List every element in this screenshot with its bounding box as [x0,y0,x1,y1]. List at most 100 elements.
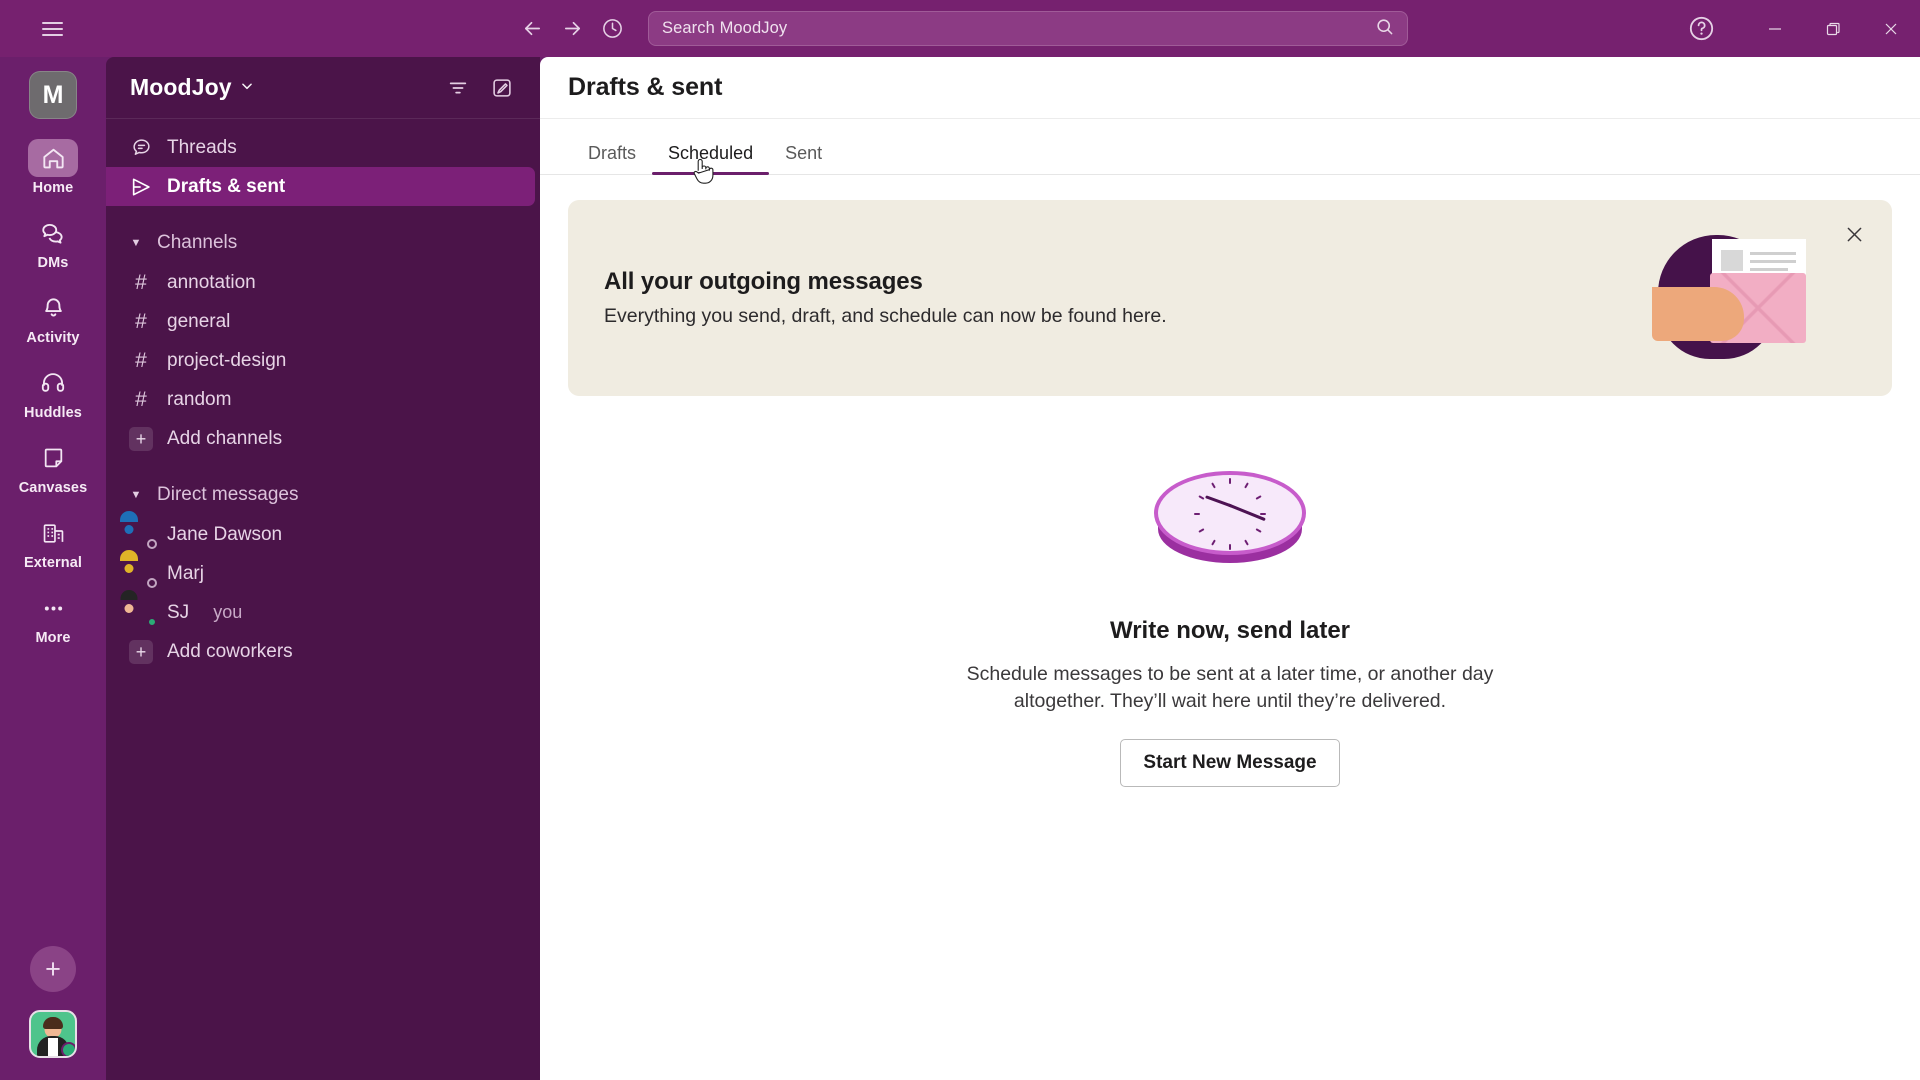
maximize-button[interactable] [1804,0,1862,57]
hash-icon: # [135,310,147,333]
close-button[interactable] [1862,0,1920,57]
rail-item-huddles[interactable]: Huddles [14,362,92,427]
headphones-icon [28,364,78,402]
plus-icon: + [129,639,153,664]
banner-subtitle: Everything you send, draft, and schedule… [604,305,1167,327]
sidebar-header-actions [438,68,522,108]
arrow-right-icon[interactable] [552,9,592,49]
rail-item-canvases[interactable]: Canvases [14,437,92,502]
empty-state-description: Schedule messages to be sent at a later … [966,663,1494,712]
sidebar: MoodJoy Threads Drafts & sent ▼ Channels… [106,57,540,1080]
sidebar-label-threads: Threads [167,136,237,158]
close-icon[interactable] [1838,218,1870,250]
caret-down-icon: ▼ [130,236,142,249]
tab-bar: Drafts Scheduled Sent [540,119,1920,175]
dm-label: SJ [167,601,190,623]
banner-text-group: All your outgoing messages Everything yo… [604,268,1167,328]
tab-drafts[interactable]: Drafts [572,144,652,174]
rail-label-canvases: Canvases [18,480,88,496]
presence-indicator [146,578,157,588]
rail-item-external[interactable]: External [14,512,92,577]
compose-icon[interactable] [482,68,522,108]
paper-plane-icon [130,176,152,198]
workspace-badge[interactable]: M [29,71,77,119]
avatar [119,511,157,549]
clock-history-icon[interactable] [592,9,632,49]
rail-item-activity[interactable]: Activity [14,287,92,352]
dm-item-sj[interactable]: SJ you [106,590,535,632]
tab-scheduled[interactable]: Scheduled [652,144,770,175]
app-window: Search MoodJoy M Home DMs Activity Huddl… [0,0,1920,1080]
app-body: M Home DMs Activity Huddles Canvases Ext… [0,57,1920,1080]
minimize-button[interactable] [1746,0,1804,57]
main-header: Drafts & sent [540,57,1920,119]
hand-holding-envelope-illustration [1650,229,1806,367]
section-direct-messages[interactable]: ▼ Direct messages [106,474,540,515]
threads-icon [130,137,152,158]
banner-title: All your outgoing messages [604,268,923,295]
create-new-button[interactable]: + [30,946,76,992]
add-coworkers-label: Add coworkers [167,640,293,662]
building-icon [28,514,78,552]
channel-item-random[interactable]: # random [106,380,535,419]
sidebar-header: MoodJoy [106,57,540,119]
channel-item-general[interactable]: # general [106,302,535,341]
tab-sent[interactable]: Sent [769,144,838,174]
rail-item-home[interactable]: Home [14,137,92,202]
channel-label: random [167,388,232,410]
add-coworkers-button[interactable]: + Add coworkers [106,632,535,671]
titlebar-center-group: Search MoodJoy [512,9,1408,49]
arrow-left-icon[interactable] [512,9,552,49]
dms-icon [28,214,78,252]
plus-icon: + [129,426,153,451]
workspace-name: MoodJoy [130,74,232,100]
channel-item-annotation[interactable]: # annotation [106,263,535,302]
hash-icon: # [135,271,147,294]
presence-indicator [146,539,157,549]
left-rail: M Home DMs Activity Huddles Canvases Ext… [0,57,106,1080]
section-label-channels: Channels [157,231,238,253]
page-title: Drafts & sent [568,73,723,101]
help-circle-icon[interactable] [1678,6,1724,52]
title-bar: Search MoodJoy [0,0,1920,57]
rail-label-dms: DMs [37,255,69,271]
section-label-direct-messages: Direct messages [157,483,299,505]
rail-label-activity: Activity [26,330,80,346]
hamburger-menu-icon[interactable] [30,7,74,51]
filter-icon[interactable] [438,68,478,108]
dm-item-marj[interactable]: Marj [106,550,535,593]
window-controls [1678,0,1920,57]
sidebar-label-drafts-and-sent: Drafts & sent [167,175,286,197]
rail-label-home: Home [32,180,74,196]
add-channels-button[interactable]: + Add channels [106,419,535,458]
main-body: All your outgoing messages Everything yo… [540,175,1920,1080]
dm-you-badge: you [213,602,243,622]
rail-label-external: External [23,555,83,571]
workspace-switcher[interactable]: MoodJoy [130,74,254,101]
rail-label-more: More [35,630,71,646]
sidebar-item-drafts-and-sent[interactable]: Drafts & sent [106,167,535,206]
channel-item-project-design[interactable]: # project-design [106,341,535,380]
rail-item-more[interactable]: More [14,587,92,652]
main-content: Drafts & sent Drafts Scheduled Sent All … [540,57,1920,1080]
sidebar-item-threads[interactable]: Threads [106,128,535,167]
hash-icon: # [135,349,147,372]
channel-label: annotation [167,271,256,293]
search-icon [1375,17,1394,41]
rail-bottom-group: + [29,946,77,1080]
search-input-text: Search MoodJoy [662,19,788,37]
dm-label: Marj [167,562,204,584]
add-channels-label: Add channels [167,427,283,449]
empty-state-title: Write now, send later [1109,617,1351,644]
section-channels[interactable]: ▼ Channels [106,222,540,263]
start-new-message-button[interactable]: Start New Message [1120,738,1340,787]
avatar[interactable] [29,1010,77,1058]
sidebar-list: Threads Drafts & sent ▼ Channels # annot… [106,119,540,1080]
rail-item-dms[interactable]: DMs [14,212,92,277]
search-input[interactable]: Search MoodJoy [648,11,1408,46]
channel-label: project-design [167,349,287,371]
home-icon [28,139,78,177]
dm-item-jane-dawson[interactable]: Jane Dawson [106,511,535,554]
bell-icon [28,289,78,327]
canvas-icon [28,439,78,477]
